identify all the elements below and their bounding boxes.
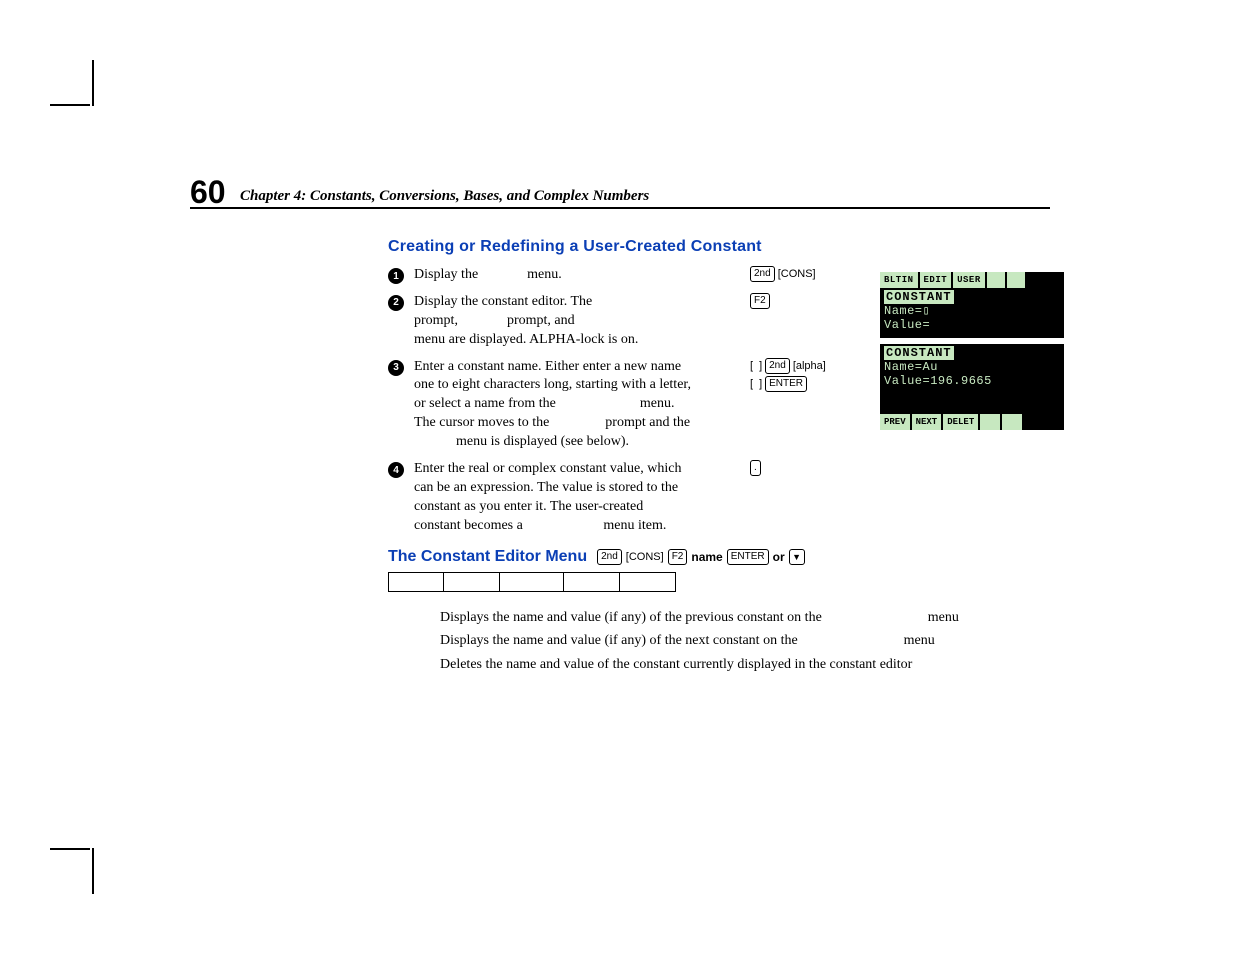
page: 60 Chapter 4: Constants, Conversions, Ba…	[0, 0, 1235, 954]
lcd-screenshot-2: CONSTANT Name=Au Value=196.9665 PREV NEX…	[880, 344, 1064, 430]
key-name-placeholder: name	[691, 550, 722, 564]
key-2nd: 2nd	[597, 549, 622, 565]
subsection-heading-row: The Constant Editor Menu 2nd [CONS] F2 n…	[388, 548, 1058, 566]
step-bullet: 4	[388, 462, 404, 478]
lcd-line: Value=	[884, 318, 1060, 332]
lcd-line: Name=▯	[884, 304, 1060, 318]
menu-box	[500, 572, 564, 592]
desc-row: Displays the name and value (if any) of …	[440, 629, 1058, 653]
lcd-tab: DELET	[943, 414, 980, 430]
menu-box	[444, 572, 500, 592]
lcd-tab-blank	[980, 414, 1002, 430]
lcd-screenshot-1: BLTIN EDIT USER CONSTANT Name=▯ Value=	[880, 272, 1064, 338]
lcd-title: CONSTANT	[884, 290, 954, 304]
chapter-title: Chapter 4: Constants, Conversions, Bases…	[240, 188, 649, 205]
step-bullet: 3	[388, 360, 404, 376]
lcd-tab: BLTIN	[880, 272, 920, 288]
header-rule	[190, 207, 1050, 209]
bracket-close: ]	[759, 360, 762, 372]
desc-text: Displays the name and value (if any) of …	[440, 629, 798, 653]
key-f2: F2	[668, 549, 688, 565]
step-text: Display the menu.	[414, 266, 734, 285]
step-bullet: 2	[388, 295, 404, 311]
step-keys: 2nd [CONS]	[750, 266, 860, 282]
menu-descriptions: Displays the name and value (if any) of …	[440, 606, 1058, 677]
step-keys: [ ] 2nd [alpha] [ ] ENTER	[750, 358, 860, 392]
lcd-tab: PREV	[880, 414, 912, 430]
lcd-title: CONSTANT	[884, 346, 954, 360]
subsection-heading: The Constant Editor Menu	[388, 548, 587, 566]
or-label: or	[773, 550, 785, 564]
desc-text: Deletes the name and value of the consta…	[440, 653, 912, 677]
bracket-open: [	[750, 378, 753, 390]
step-bullet: 1	[388, 268, 404, 284]
desc-text: Displays the name and value (if any) of …	[440, 606, 822, 630]
page-number: 60	[190, 174, 226, 211]
step-text: Display the constant editor. The prompt,…	[414, 293, 734, 350]
lcd-line: Value=196.9665	[884, 374, 1060, 388]
crop-mark	[50, 848, 90, 850]
key-enter: ENTER	[765, 376, 807, 392]
key-f2: F2	[750, 293, 770, 309]
lcd-tab: NEXT	[912, 414, 944, 430]
step-row: 4 Enter the real or complex constant val…	[388, 460, 1058, 536]
desc-row: Displays the name and value (if any) of …	[440, 606, 1058, 630]
step-keys: F2	[750, 293, 860, 309]
calculator-screenshots: BLTIN EDIT USER CONSTANT Name=▯ Value=	[880, 272, 1068, 434]
step-keys: .	[750, 460, 860, 476]
lcd-tab: EDIT	[920, 272, 954, 288]
menu-box	[620, 572, 676, 592]
bracket-close: ]	[759, 378, 762, 390]
desc-row: Deletes the name and value of the consta…	[440, 653, 1058, 677]
desc-tail: menu	[928, 606, 959, 630]
subsection-key-sequence: 2nd [CONS] F2 name ENTER or ▼	[597, 549, 805, 565]
lcd-tab: USER	[953, 272, 987, 288]
key-alpha-label: [alpha]	[793, 360, 826, 372]
menu-box	[388, 572, 444, 592]
body: Creating or Redefining a User-Created Co…	[388, 238, 1058, 677]
menu-box-row	[388, 572, 1058, 592]
step-text: Enter a constant name. Either enter a ne…	[414, 358, 734, 452]
menu-box	[564, 572, 620, 592]
section-heading: Creating or Redefining a User-Created Co…	[388, 238, 1058, 256]
lcd-line: Name=Au	[884, 360, 1060, 374]
desc-tail: menu	[904, 629, 935, 653]
bracket-open: [	[750, 360, 753, 372]
step-text: Enter the real or complex constant value…	[414, 460, 734, 536]
key-2nd: 2nd	[750, 266, 775, 282]
down-arrow-icon: ▼	[789, 549, 805, 565]
key-cons-label: [CONS]	[778, 268, 816, 280]
lcd-tab-blank	[1002, 414, 1024, 430]
key-2nd: 2nd	[765, 358, 790, 374]
lcd-tab-blank	[1007, 272, 1027, 288]
key-cons-label: [CONS]	[626, 551, 664, 563]
key-enter: ENTER	[727, 549, 769, 565]
lcd-tab-blank	[987, 272, 1007, 288]
key-dot: .	[750, 460, 761, 476]
crop-mark	[92, 60, 94, 106]
crop-mark	[50, 104, 90, 106]
steps-and-figures: 1 Display the menu. 2nd [CONS] 2	[388, 266, 1058, 536]
crop-mark	[92, 848, 94, 894]
